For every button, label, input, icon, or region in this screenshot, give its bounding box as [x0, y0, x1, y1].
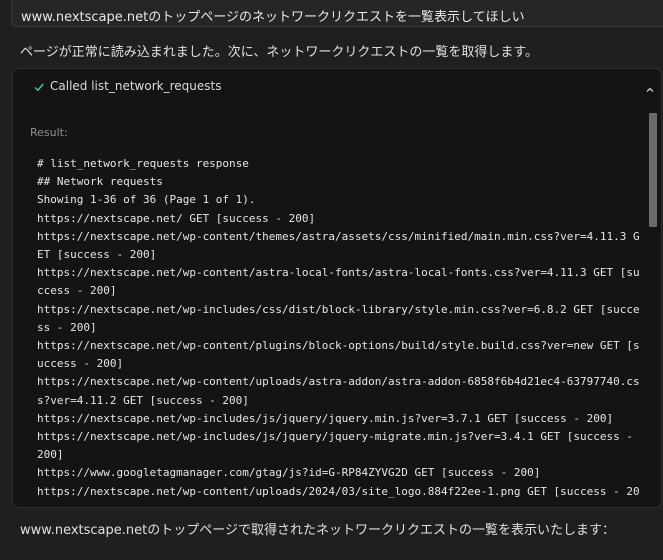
result-output[interactable]: # list_network_requests response ## Netw…: [26, 149, 656, 501]
assistant-intro-text: ページが正常に読み込まれました。次に、ネットワークリクエストの一覧を取得します。: [20, 45, 539, 60]
assistant-followup-text: www.nextscape.netのトップページで取得されたネットワークリクエス…: [20, 523, 615, 538]
result-text: # list_network_requests response ## Netw…: [37, 157, 640, 498]
check-icon: [33, 78, 45, 97]
result-label: Result:: [30, 126, 68, 139]
result-scrollbar[interactable]: [649, 113, 657, 509]
tool-call-panel: Called list_network_requests Result: # l…: [12, 68, 662, 508]
scrollbar-thumb[interactable]: [649, 113, 657, 227]
tool-call-divider: [62, 99, 70, 101]
user-message: www.nextscape.netのトップページのネットワークリクエストを一覧表…: [11, 0, 663, 27]
chevron-up-icon[interactable]: [645, 80, 655, 99]
tool-call-header[interactable]: Called list_network_requests: [13, 77, 661, 97]
tool-call-label: Called list_network_requests: [50, 79, 222, 93]
